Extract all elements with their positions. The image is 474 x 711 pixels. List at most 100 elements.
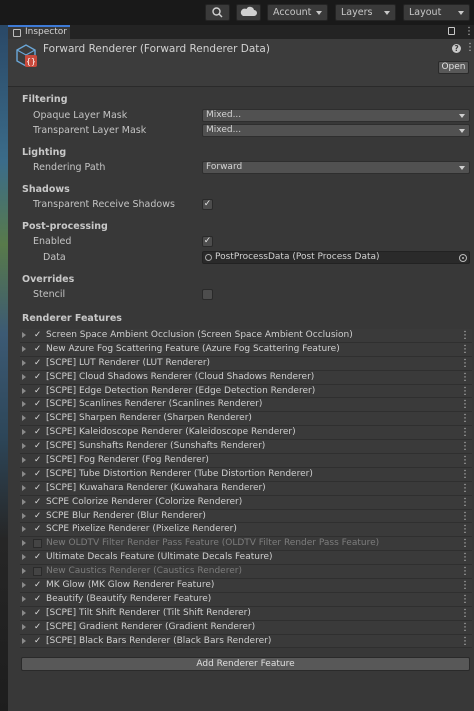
foldout-arrow-icon[interactable] [22, 568, 26, 575]
renderer-feature-row[interactable]: ✓ [SCPE] Cloud Shadows Renderer (Cloud Sh… [20, 370, 472, 385]
help-icon[interactable]: ? [452, 44, 461, 53]
foldout-arrow-icon[interactable] [22, 373, 26, 380]
renderer-feature-checkbox[interactable]: ✓ [33, 497, 42, 507]
transparent-layer-mask-dropdown[interactable]: Mixed... [202, 124, 470, 137]
kebab-menu-icon[interactable]: ⋮ [460, 385, 470, 398]
lock-icon[interactable] [448, 27, 455, 35]
renderer-feature-checkbox[interactable]: ✓ [33, 344, 42, 354]
kebab-menu-icon[interactable]: ⋮ [460, 426, 470, 439]
kebab-menu-icon[interactable]: ⋮ [460, 496, 470, 509]
renderer-feature-row[interactable]: ✓ Screen Space Ambient Occlusion (Screen … [20, 329, 472, 343]
foldout-arrow-icon[interactable] [22, 470, 26, 477]
foldout-arrow-icon[interactable] [22, 457, 26, 464]
object-picker-icon[interactable] [459, 254, 467, 262]
renderer-feature-row[interactable]: ✓ [SCPE] Edge Detection Renderer (Edge De… [20, 384, 472, 399]
foldout-arrow-icon[interactable] [22, 401, 26, 408]
renderer-feature-row[interactable]: ✓ [SCPE] Kaleidoscope Renderer (Kaleidosc… [20, 426, 472, 441]
renderer-feature-checkbox[interactable]: ✓ [33, 414, 42, 423]
kebab-menu-icon[interactable]: ⋮ [460, 607, 470, 620]
foldout-arrow-icon[interactable] [22, 623, 26, 630]
renderer-feature-checkbox[interactable] [33, 539, 42, 549]
transparent-receive-shadows-checkbox[interactable]: ✓ [202, 199, 213, 210]
tab-inspector[interactable]: Inspector [8, 25, 70, 39]
foldout-arrow-icon[interactable] [22, 512, 26, 519]
renderer-feature-checkbox[interactable]: ✓ [33, 594, 42, 604]
open-button[interactable]: Open [438, 61, 469, 74]
foldout-arrow-icon[interactable] [22, 387, 26, 394]
kebab-menu-icon[interactable]: ⋮ [460, 593, 470, 606]
renderer-feature-checkbox[interactable]: ✓ [33, 581, 42, 590]
renderer-feature-row[interactable]: ✓ Beautify (Beautify Renderer Feature) ⋮ [20, 592, 472, 607]
layout-dropdown[interactable]: Layout [403, 4, 470, 21]
renderer-feature-checkbox[interactable]: ✓ [33, 428, 42, 437]
kebab-menu-icon[interactable]: ⋮ [465, 42, 474, 53]
kebab-menu-icon[interactable]: ⋮ [460, 343, 470, 356]
renderer-feature-row[interactable]: ✓ [SCPE] Sunshafts Renderer (Sunshafts Re… [20, 440, 472, 455]
foldout-arrow-icon[interactable] [22, 443, 26, 450]
renderer-feature-checkbox[interactable]: ✓ [33, 386, 42, 396]
renderer-feature-checkbox[interactable]: ✓ [33, 442, 42, 451]
kebab-menu-icon[interactable]: ⋮ [460, 412, 470, 425]
renderer-feature-checkbox[interactable]: ✓ [33, 456, 42, 465]
rendering-path-dropdown[interactable]: Forward [202, 161, 470, 174]
post-processing-enabled-checkbox[interactable]: ✓ [202, 236, 213, 247]
foldout-arrow-icon[interactable] [22, 609, 26, 616]
renderer-feature-checkbox[interactable]: ✓ [33, 372, 42, 382]
renderer-feature-row[interactable]: ✓ [SCPE] Tilt Shift Renderer (Tilt Shift … [20, 606, 472, 621]
foldout-arrow-icon[interactable] [22, 595, 26, 602]
foldout-arrow-icon[interactable] [22, 637, 26, 644]
renderer-feature-checkbox[interactable]: ✓ [33, 483, 42, 493]
renderer-feature-checkbox[interactable]: ✓ [33, 525, 42, 534]
foldout-arrow-icon[interactable] [22, 484, 26, 491]
renderer-feature-row[interactable]: ✓ [SCPE] Sharpen Renderer (Sharpen Render… [20, 412, 472, 427]
kebab-menu-icon[interactable]: ⋮ [460, 510, 470, 523]
renderer-feature-checkbox[interactable]: ✓ [33, 469, 42, 479]
add-renderer-feature-button[interactable]: Add Renderer Feature [21, 657, 470, 671]
kebab-menu-icon[interactable]: ⋮ [460, 357, 470, 370]
foldout-arrow-icon[interactable] [22, 332, 26, 338]
renderer-feature-row[interactable]: ✓ [SCPE] Black Bars Renderer (Black Bars … [20, 634, 472, 649]
renderer-feature-checkbox[interactable]: ✓ [33, 358, 42, 368]
kebab-menu-icon[interactable]: ⋮ [460, 440, 470, 453]
renderer-feature-row[interactable]: ✓ SCPE Colorize Renderer (Colorize Render… [20, 495, 472, 510]
renderer-feature-row[interactable]: ✓ SCPE Pixelize Renderer (Pixelize Render… [20, 523, 472, 538]
renderer-feature-checkbox[interactable]: ✓ [33, 400, 42, 409]
renderer-feature-checkbox[interactable]: ✓ [33, 608, 42, 618]
foldout-arrow-icon[interactable] [22, 554, 26, 561]
post-process-data-field[interactable]: PostProcessData (Post Process Data) [202, 251, 470, 264]
kebab-menu-icon[interactable]: ⋮ [460, 537, 470, 550]
kebab-menu-icon[interactable]: ⋮ [460, 454, 470, 467]
foldout-arrow-icon[interactable] [22, 345, 26, 352]
foldout-arrow-icon[interactable] [22, 429, 26, 436]
opaque-layer-mask-dropdown[interactable]: Mixed... [202, 109, 470, 122]
stencil-checkbox[interactable] [202, 289, 213, 300]
kebab-menu-icon[interactable]: ⋮ [460, 329, 470, 342]
search-icon[interactable] [205, 4, 230, 21]
foldout-arrow-icon[interactable] [22, 498, 26, 505]
renderer-feature-row[interactable]: ✓ New Azure Fog Scattering Feature (Azure… [20, 342, 472, 357]
renderer-feature-row[interactable]: ✓ [SCPE] Kuwahara Renderer (Kuwahara Rend… [20, 481, 472, 496]
renderer-feature-row[interactable]: ✓ [SCPE] Gradient Renderer (Gradient Rend… [20, 620, 472, 635]
foldout-arrow-icon[interactable] [22, 582, 26, 589]
kebab-menu-icon[interactable]: ⋮ [460, 565, 470, 578]
kebab-menu-icon[interactable]: ⋮ [460, 551, 470, 564]
foldout-arrow-icon[interactable] [22, 526, 26, 533]
kebab-menu-icon[interactable]: ⋮ [460, 468, 470, 481]
renderer-feature-row[interactable]: ✓ [SCPE] Fog Renderer (Fog Renderer) ⋮ [20, 454, 472, 468]
renderer-feature-row[interactable]: ✓ [SCPE] LUT Renderer (LUT Renderer) ⋮ [20, 356, 472, 371]
renderer-feature-row[interactable]: ✓ MK Glow (MK Glow Renderer Feature) ⋮ [20, 579, 472, 593]
kebab-menu-icon[interactable]: ⋮ [460, 482, 470, 495]
renderer-feature-checkbox[interactable]: ✓ [33, 622, 42, 632]
kebab-menu-icon[interactable]: ⋮ [460, 621, 470, 634]
renderer-feature-row[interactable]: New OLDTV Filter Render Pass Feature (OL… [20, 537, 472, 552]
renderer-feature-checkbox[interactable]: ✓ [33, 636, 42, 646]
kebab-menu-icon[interactable]: ⋮ [460, 579, 470, 592]
foldout-arrow-icon[interactable] [22, 540, 26, 547]
layers-dropdown[interactable]: Layers [335, 4, 396, 21]
kebab-menu-icon[interactable]: ⋮ [460, 398, 470, 411]
renderer-feature-row[interactable]: ✓ [SCPE] Scanlines Renderer (Scanlines Re… [20, 398, 472, 413]
renderer-feature-checkbox[interactable]: ✓ [33, 331, 42, 340]
renderer-feature-checkbox[interactable] [33, 567, 42, 577]
renderer-feature-checkbox[interactable]: ✓ [33, 553, 42, 562]
kebab-menu-icon[interactable]: ⋮ [464, 25, 474, 38]
